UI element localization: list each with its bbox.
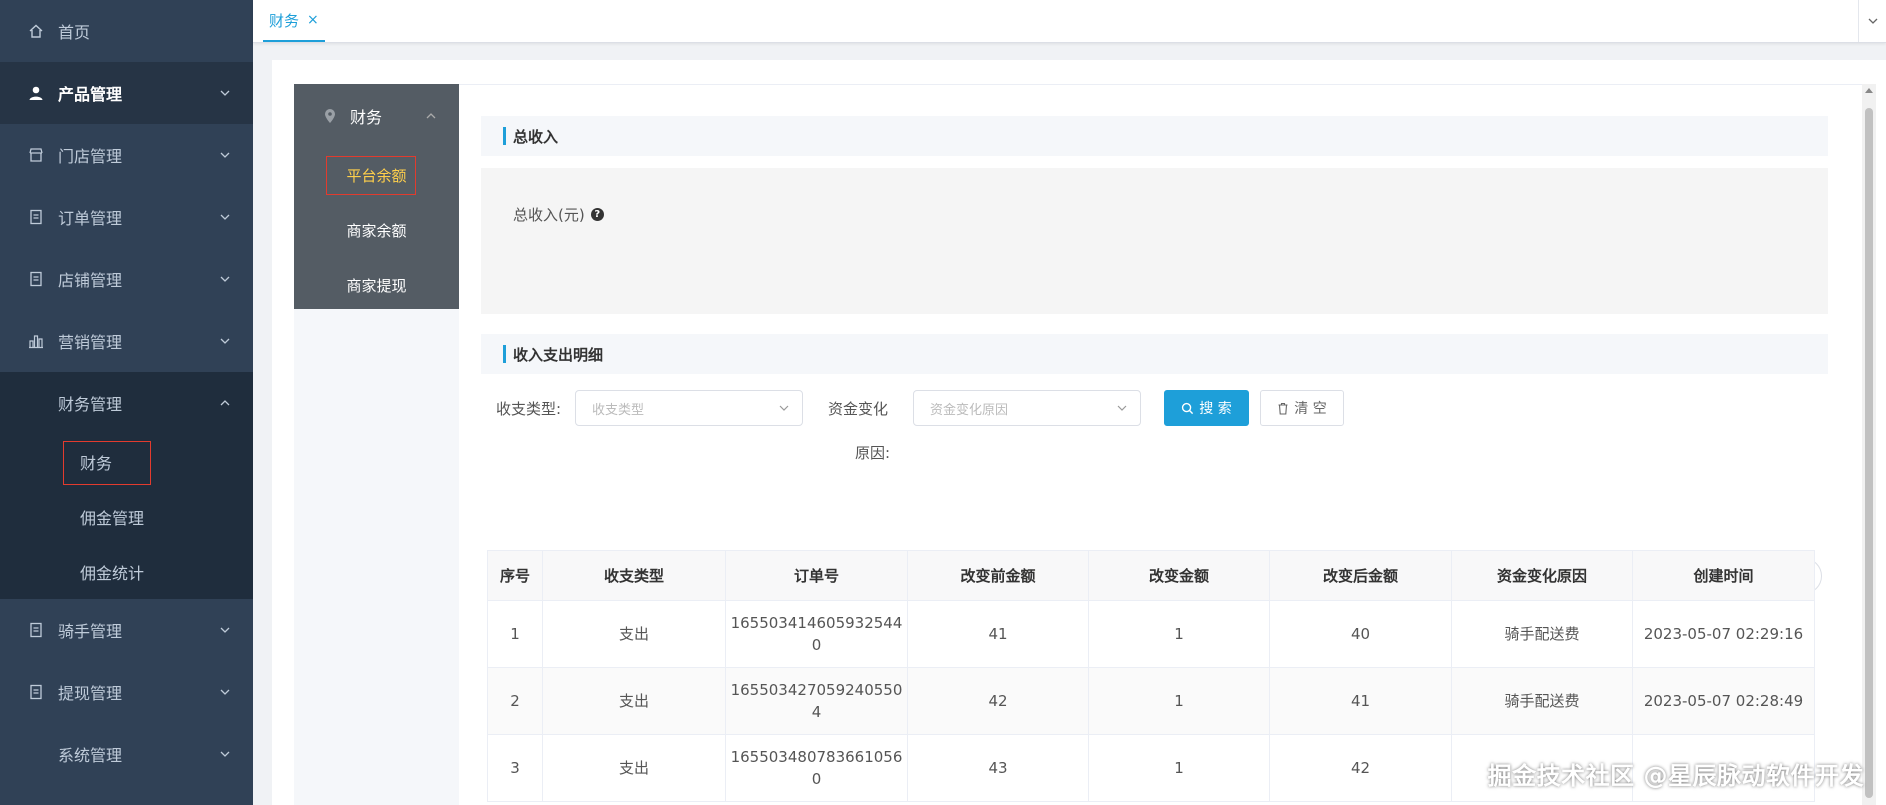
sidebar-item-stores[interactable]: 门店管理 [0, 124, 253, 186]
table-header-row: 序号 收支类型 订单号 改变前金额 改变金额 改变后金额 资金变化原因 创建时间 [487, 550, 1815, 601]
sidebar-item-label: 产品管理 [58, 85, 123, 104]
sidebar-subitem-commission[interactable]: 佣金管理 [0, 489, 253, 544]
document-icon [26, 620, 46, 640]
sidebar-item-system[interactable]: 系统管理 [0, 723, 253, 785]
col-before-amount[interactable]: 改变前金额 [907, 550, 1089, 601]
finance-subnav: 财务 平台余额 商家余额 商家提现 [294, 84, 459, 805]
chevron-up-icon [426, 113, 436, 119]
chevron-down-icon [220, 338, 230, 344]
subnav-item-merchant-withdraw[interactable]: 商家提现 [294, 258, 459, 313]
chevron-down-icon [220, 152, 230, 158]
details-section-header: 收入支出明细 [481, 334, 1828, 374]
details-title: 收入支出明细 [513, 345, 604, 364]
sidebar-subitem-finance[interactable]: 财务 [0, 434, 253, 489]
subnav-title[interactable]: 财务 [294, 84, 459, 148]
chevron-down-icon [220, 689, 230, 695]
sidebar-item-orders[interactable]: 订单管理 [0, 186, 253, 248]
search-icon [1182, 402, 1194, 414]
chevron-down-icon [220, 627, 230, 633]
sidebar-item-label: 营销管理 [58, 333, 123, 352]
sidebar-item-withdrawals[interactable]: 提现管理 [0, 661, 253, 723]
clear-button[interactable]: 清 空 [1260, 390, 1344, 426]
subnav-title-label: 财务 [350, 108, 383, 127]
chevron-down-icon [1117, 405, 1127, 411]
sidebar-item-home[interactable]: 首页 [0, 0, 253, 62]
table-row[interactable]: 2 支出 165503427059240550 4 42 1 41 骑手配送费 2… [487, 667, 1815, 735]
store-icon [26, 145, 46, 165]
filter-reason-select[interactable]: 资金变化原因 [913, 390, 1141, 426]
watermark: 掘金技术社区 @星辰脉动软件开发 [1487, 762, 1864, 790]
trash-icon [1278, 402, 1288, 415]
col-reason[interactable]: 资金变化原因 [1451, 550, 1633, 601]
vertical-scrollbar[interactable] [1862, 84, 1876, 805]
finance-submenu: 财务 佣金管理 佣金统计 [0, 434, 253, 599]
sidebar-item-marketing[interactable]: 营销管理 [0, 310, 253, 372]
col-created-at[interactable]: 创建时间 [1632, 550, 1815, 601]
col-after-amount[interactable]: 改变后金额 [1269, 550, 1452, 601]
home-icon [26, 21, 46, 41]
scrollbar-thumb[interactable] [1865, 108, 1873, 798]
document-icon [26, 269, 46, 289]
document-icon [26, 682, 46, 702]
col-change-amount[interactable]: 改变金额 [1088, 550, 1270, 601]
tab-bar: 财务 × [253, 0, 1886, 43]
filter-type-label: 收支类型: [496, 400, 562, 418]
sidebar-item-riders[interactable]: 骑手管理 [0, 599, 253, 661]
filter-type-select[interactable]: 收支类型 [575, 390, 803, 426]
chevron-up-icon [220, 400, 230, 406]
col-type[interactable]: 收支类型 [542, 550, 726, 601]
col-order-no[interactable]: 订单号 [725, 550, 908, 601]
user-icon [26, 83, 46, 103]
table-row[interactable]: 1 支出 165503414605932544 0 41 1 40 骑手配送费 2… [487, 600, 1815, 668]
sidebar-item-label: 提现管理 [58, 684, 123, 703]
chevron-down-icon [1868, 18, 1877, 24]
tab-finance[interactable]: 财务 × [263, 0, 325, 42]
col-index[interactable]: 序号 [487, 550, 543, 601]
filter-reason-label: 资金变化 [828, 400, 889, 418]
sidebar-item-label: 首页 [58, 23, 91, 42]
help-icon[interactable]: ? [590, 208, 604, 221]
sidebar-item-shops[interactable]: 店铺管理 [0, 248, 253, 310]
tab-label: 财务 [269, 11, 300, 30]
chevron-down-icon [220, 751, 230, 757]
chevron-down-icon [779, 405, 789, 411]
finance-content: 总收入 总收入(元) ? 收入支出明细 收支类型: 收支类型 资金变化 原因: … [481, 116, 1828, 594]
document-icon [26, 207, 46, 227]
sidebar-item-finance[interactable]: 财务管理 [0, 372, 253, 434]
sidebar-item-label: 财务管理 [58, 395, 123, 414]
sidebar-item-label: 门店管理 [58, 147, 123, 166]
filter-reason-label-cont: 原因: [855, 444, 891, 462]
income-title: 总收入 [513, 127, 559, 146]
total-income-label: 总收入(元) ? [513, 204, 604, 225]
sidebar-item-products[interactable]: 产品管理 [0, 62, 253, 124]
sidebar-item-label: 订单管理 [58, 209, 123, 228]
chevron-down-icon [220, 276, 230, 282]
filter-form: 收支类型: 收支类型 资金变化 原因: 资金变化原因 搜 索 清 空 [481, 374, 1828, 494]
sidebar: 首页 产品管理 门店管理 订单管理 店铺管理 营销管理 财务管理 财务 佣金管理… [0, 0, 253, 805]
sidebar-subitem-commission-stats[interactable]: 佣金统计 [0, 544, 253, 599]
search-button[interactable]: 搜 索 [1164, 390, 1249, 426]
chevron-down-icon [220, 90, 230, 96]
bar-chart-icon [26, 331, 46, 351]
tab-dropdown-button[interactable] [1858, 0, 1886, 42]
location-pin-icon [325, 109, 335, 123]
sidebar-item-label: 系统管理 [58, 746, 123, 765]
close-icon[interactable]: × [307, 12, 319, 28]
sidebar-item-label: 骑手管理 [58, 622, 123, 641]
subnav-item-platform-balance[interactable]: 平台余额 [294, 148, 459, 203]
sidebar-item-label: 店铺管理 [58, 271, 123, 290]
subnav-item-merchant-balance[interactable]: 商家余额 [294, 203, 459, 258]
income-section-header: 总收入 [481, 116, 1828, 156]
finance-section: 财务管理 财务 佣金管理 佣金统计 [0, 372, 253, 599]
income-summary-box: 总收入(元) ? [481, 168, 1828, 314]
main-content: 财务 平台余额 商家余额 商家提现 总收入 总收入(元) ? 收入支出明细 收支… [272, 60, 1886, 805]
scroll-up-icon[interactable] [1865, 88, 1873, 93]
chevron-down-icon [220, 214, 230, 220]
